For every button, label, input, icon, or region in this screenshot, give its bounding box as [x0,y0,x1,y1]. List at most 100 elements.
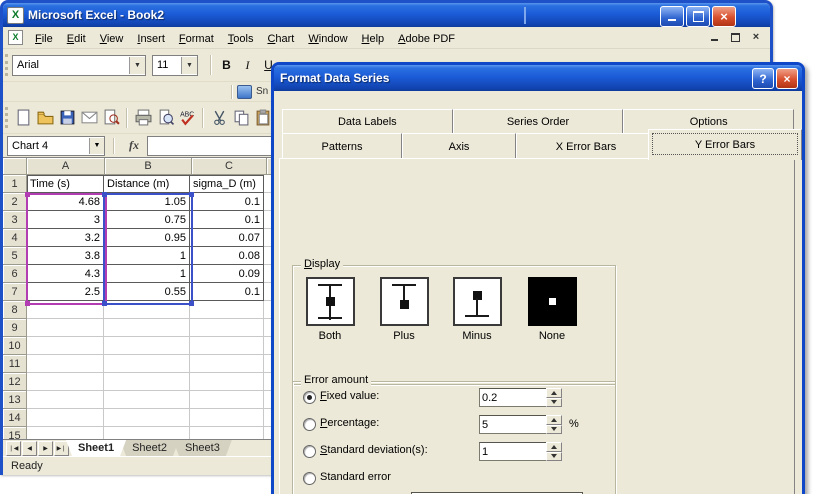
spin-down-icon[interactable] [546,398,562,408]
snagit-icon[interactable] [237,85,252,99]
menu-insert[interactable]: Insert [130,31,172,47]
cell-C2[interactable]: 0.1 [190,193,264,211]
tab-patterns[interactable]: Patterns [282,133,402,159]
print-icon[interactable] [132,107,154,129]
spin-down-icon[interactable] [546,452,562,462]
cell-B9[interactable] [104,319,190,337]
copy-icon[interactable] [230,107,252,129]
menu-format[interactable]: Format [172,31,221,47]
minimize-button[interactable] [660,6,684,27]
error-bar-style-minus-button[interactable] [453,277,502,326]
cut-icon[interactable] [208,107,230,129]
font-size-dropdown-icon[interactable]: ▼ [181,57,197,74]
cell-A9[interactable] [27,319,104,337]
cell-C3[interactable]: 0.1 [190,211,264,229]
cell-C12[interactable] [190,373,264,391]
print-preview-icon[interactable] [154,107,176,129]
row-header-12[interactable]: 12 [3,373,27,391]
spin-up-icon[interactable] [546,442,562,452]
cell-C6[interactable]: 0.09 [190,265,264,283]
open-icon[interactable] [34,107,56,129]
font-name-select[interactable]: Arial ▼ [12,55,146,76]
col-header-C[interactable]: C [192,158,267,175]
cell-C14[interactable] [190,409,264,427]
search-icon[interactable] [100,107,122,129]
cell-A14[interactable] [27,409,104,427]
new-icon[interactable] [12,107,34,129]
cell-A6[interactable]: 4.3 [27,265,104,283]
standard-deviation-stepper[interactable] [546,442,562,461]
workbook-minimize-button[interactable] [708,31,720,43]
first-sheet-icon[interactable]: ❘◀ [6,441,21,456]
standard-deviation-input[interactable] [479,442,549,461]
cell-A5[interactable]: 3.8 [27,247,104,265]
menu-edit[interactable]: Edit [60,31,93,47]
cell-C9[interactable] [190,319,264,337]
row-header-9[interactable]: 9 [3,319,27,337]
sheet-tab-sheet1[interactable]: Sheet1 [66,440,126,456]
row-header-13[interactable]: 13 [3,391,27,409]
menu-file[interactable]: File [28,31,60,47]
cell-B12[interactable] [104,373,190,391]
cell-B5[interactable]: 1 [104,247,190,265]
cell-C15[interactable] [190,427,264,439]
italic-button[interactable]: I [237,55,258,76]
cell-B2[interactable]: 1.05 [104,193,190,211]
percentage-radio[interactable] [303,418,316,431]
spelling-icon[interactable]: ABC [176,107,198,129]
next-sheet-icon[interactable]: ▶ [38,441,53,456]
menu-view[interactable]: View [93,31,131,47]
error-bar-style-none-button[interactable] [528,277,577,326]
cell-A1[interactable]: Time (s) [27,175,104,193]
font-name-dropdown-icon[interactable]: ▼ [129,57,145,74]
cell-A7[interactable]: 2.5 [27,283,104,301]
cell-C13[interactable] [190,391,264,409]
bold-button[interactable]: B [216,55,237,76]
error-bar-style-both-button[interactable] [306,277,355,326]
workbook-close-button[interactable]: × [750,31,762,43]
snagit-label[interactable]: Sn [256,86,268,97]
cell-C5[interactable]: 0.08 [190,247,264,265]
dialog-close-button[interactable]: × [776,68,798,89]
last-sheet-icon[interactable]: ▶❘ [54,441,69,456]
percentage-input[interactable] [479,415,549,434]
cell-B8[interactable] [104,301,190,319]
email-icon[interactable] [78,107,100,129]
row-header-6[interactable]: 6 [3,265,27,283]
cell-C4[interactable]: 0.07 [190,229,264,247]
standard-deviation-radio[interactable] [303,445,316,458]
workbook-icon[interactable]: X [8,30,23,45]
spin-up-icon[interactable] [546,415,562,425]
cell-B14[interactable] [104,409,190,427]
close-button[interactable]: × [712,6,736,27]
name-box[interactable]: Chart 4 ▼ [7,136,105,156]
cell-A8[interactable] [27,301,104,319]
fixed-value-radio[interactable] [303,391,316,404]
cell-A10[interactable] [27,337,104,355]
col-header-A[interactable]: A [27,158,105,175]
tab-data-labels[interactable]: Data Labels [282,109,453,133]
tab-series-order[interactable]: Series Order [453,109,624,133]
row-header-4[interactable]: 4 [3,229,27,247]
row-header-7[interactable]: 7 [3,283,27,301]
sheet-tab-sheet2[interactable]: Sheet2 [120,440,179,456]
save-icon[interactable] [56,107,78,129]
tab-y-error-bars[interactable]: Y Error Bars [648,129,802,160]
cell-A15[interactable] [27,427,104,439]
tab-x-error-bars[interactable]: X Error Bars [516,133,656,159]
row-header-3[interactable]: 3 [3,211,27,229]
menu-adobe-pdf[interactable]: Adobe PDF [391,31,462,47]
percentage-stepper[interactable] [546,415,562,434]
cell-C7[interactable]: 0.1 [190,283,264,301]
fixed-value-input[interactable] [479,388,549,407]
cell-C11[interactable] [190,355,264,373]
dialog-titlebar[interactable]: Format Data Series ? × [274,65,802,91]
maximize-button[interactable] [686,6,710,27]
cell-A3[interactable]: 3 [27,211,104,229]
menu-chart[interactable]: Chart [260,31,301,47]
spin-up-icon[interactable] [546,388,562,398]
row-header-10[interactable]: 10 [3,337,27,355]
cell-C10[interactable] [190,337,264,355]
prev-sheet-icon[interactable]: ◀ [22,441,37,456]
cell-B15[interactable] [104,427,190,439]
